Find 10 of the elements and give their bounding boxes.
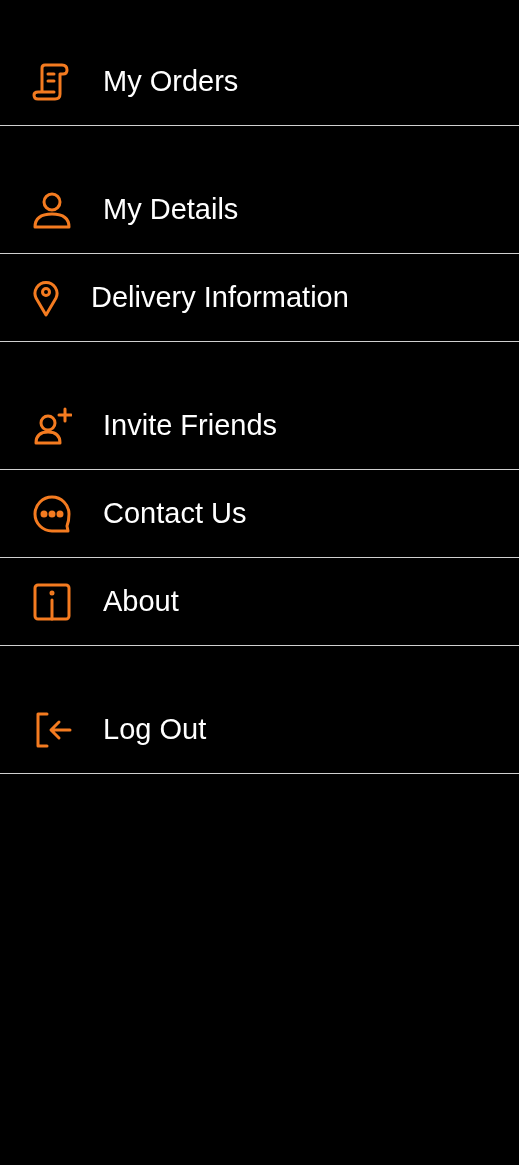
info-icon — [32, 581, 72, 622]
chat-bubble-icon — [32, 493, 72, 534]
add-person-icon — [32, 405, 72, 446]
menu-item[interactable]: Delivery Information — [0, 254, 519, 342]
menu-item[interactable]: My Orders — [0, 38, 519, 126]
menu-item[interactable]: Contact Us — [0, 470, 519, 558]
menu-item[interactable]: My Details — [0, 166, 519, 254]
menu-item[interactable]: Invite Friends — [0, 382, 519, 470]
menu-item[interactable]: Log Out — [0, 686, 519, 774]
menu-item[interactable]: About — [0, 558, 519, 646]
